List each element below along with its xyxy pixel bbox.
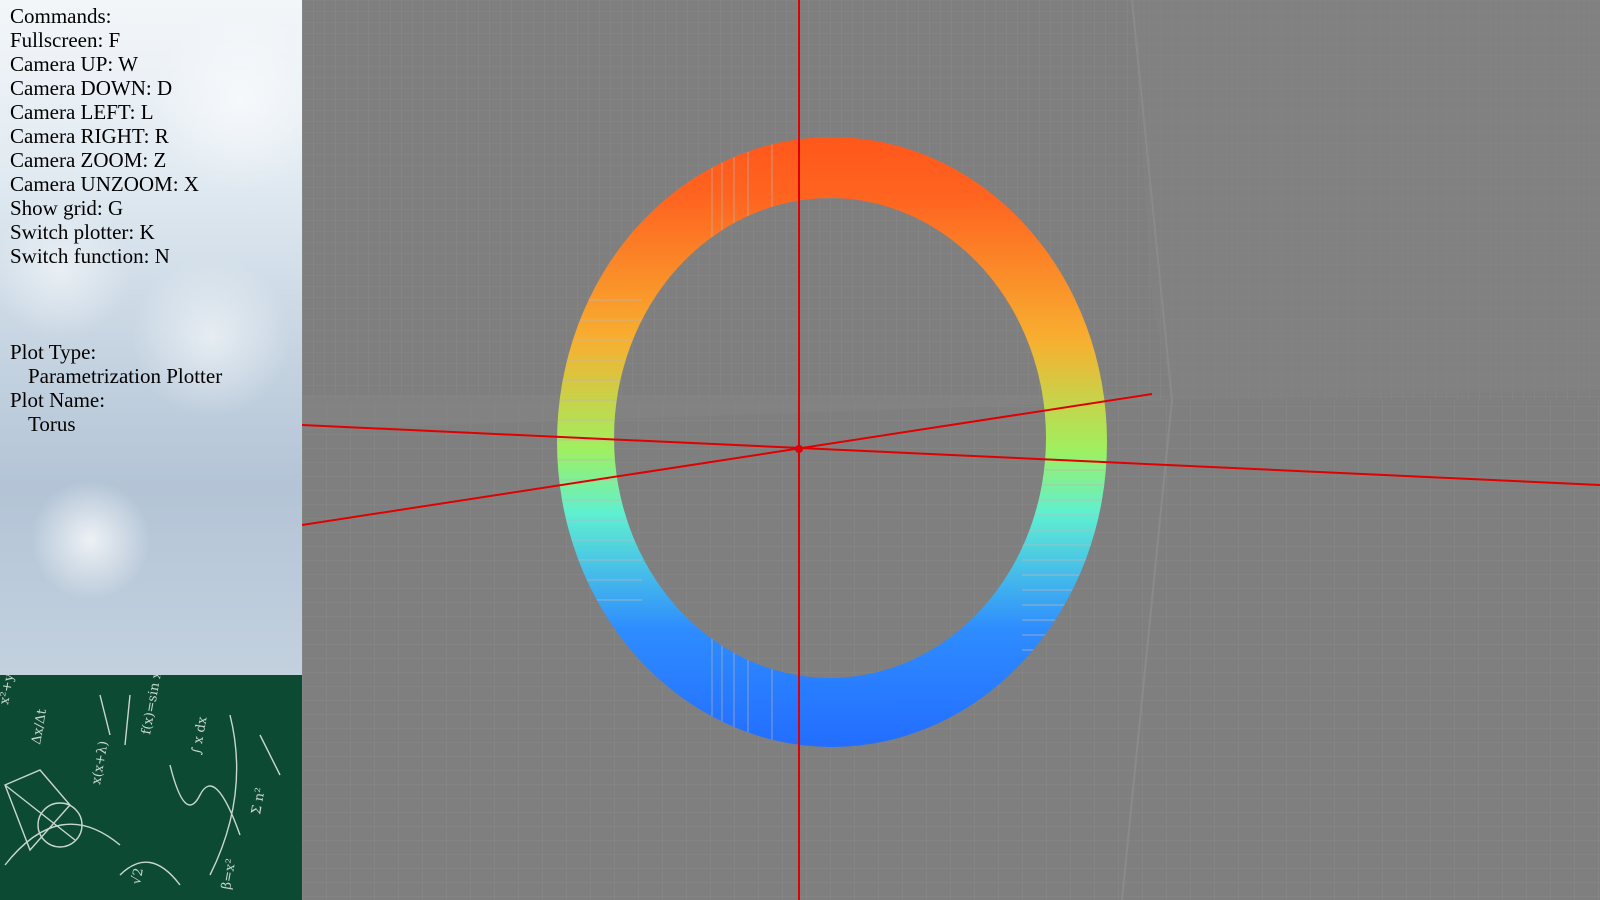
svg-text:Σ n²: Σ n² <box>249 787 268 816</box>
plot-name-value: Torus <box>28 412 76 436</box>
plotter-window: Commands: Fullscreen: F Camera UP: W Cam… <box>0 0 1600 900</box>
chalkboard-doodles: x²+y²=9 Δx/Δt x(x+λ) f(x)=sin x ∫ x dx Σ… <box>0 675 281 891</box>
plot-viewport[interactable] <box>302 0 1600 900</box>
command-switch-function: Switch function: N <box>10 244 170 268</box>
svg-text:Δx/Δt: Δx/Δt <box>29 707 50 746</box>
command-fullscreen: Fullscreen: F <box>10 28 121 52</box>
chalkboard-image: x²+y²=9 Δx/Δt x(x+λ) f(x)=sin x ∫ x dx Σ… <box>0 675 302 900</box>
svg-text:f(x)=sin x: f(x)=sin x <box>139 675 165 736</box>
command-show-grid: Show grid: G <box>10 196 124 220</box>
command-switch-plotter: Switch plotter: K <box>10 220 155 244</box>
plot-name-label: Plot Name: <box>10 388 106 412</box>
svg-text:x(x+λ): x(x+λ) <box>89 740 111 786</box>
command-camera-up: Camera UP: W <box>10 52 138 76</box>
command-camera-unzoom: Camera UNZOOM: X <box>10 172 199 196</box>
svg-text:√2: √2 <box>129 867 147 886</box>
svg-text:∫ x dx: ∫ x dx <box>189 715 210 756</box>
plot-type-value: Parametrization Plotter <box>28 364 223 388</box>
commands-title: Commands: <box>10 4 112 28</box>
command-camera-right: Camera RIGHT: R <box>10 124 169 148</box>
torus-surface <box>302 0 1600 900</box>
command-camera-zoom: Camera ZOOM: Z <box>10 148 167 172</box>
command-camera-left: Camera LEFT: L <box>10 100 154 124</box>
plot-type-label: Plot Type: <box>10 340 97 364</box>
svg-text:x²+y²=9: x²+y²=9 <box>0 675 22 706</box>
commands-panel: Commands: Fullscreen: F Camera UP: W Cam… <box>0 0 302 675</box>
svg-text:β=x²: β=x² <box>219 858 239 891</box>
origin-point <box>795 445 803 453</box>
command-camera-down: Camera DOWN: D <box>10 76 173 100</box>
